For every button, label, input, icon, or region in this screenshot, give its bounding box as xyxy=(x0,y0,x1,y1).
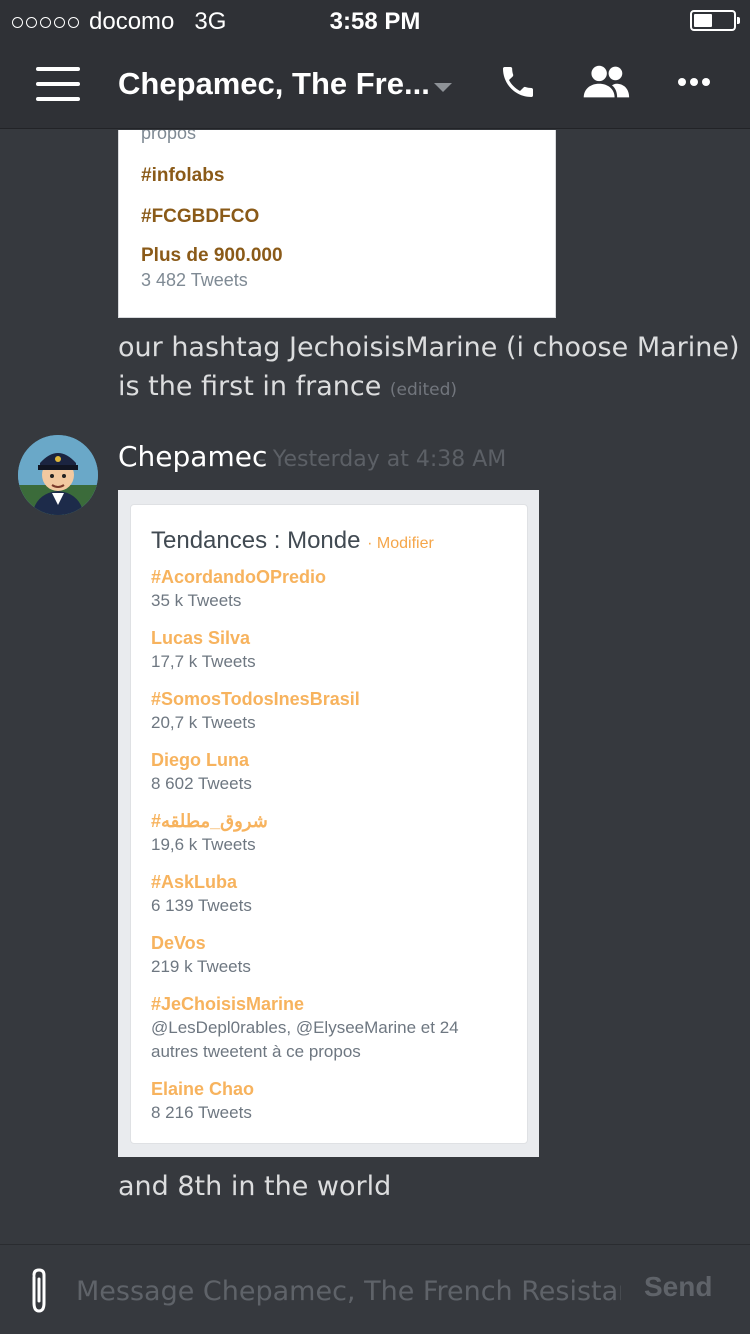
trends-title: Tendances : Monde · Modifier xyxy=(151,527,434,555)
trend-count: 35 k Tweets xyxy=(151,591,242,610)
attachment-image[interactable]: propos #infolabs #FCGBDFCO Plus de 900.0… xyxy=(118,130,556,318)
avatar[interactable] xyxy=(18,435,98,515)
trend-name: Diego Luna xyxy=(151,750,249,770)
message-line: our hashtag JechoisisMarine (i choose Ma… xyxy=(118,332,740,363)
status-bar: docomo 3G 3:58 PM xyxy=(0,0,750,40)
status-time: 3:58 PM xyxy=(329,8,421,35)
trend-name: #AcordandoOPredio xyxy=(151,567,327,587)
message-timestamp: - Yesterday at 4:38 AM xyxy=(258,447,507,472)
trends-modify-link: · Modifier xyxy=(367,535,434,552)
members-icon[interactable] xyxy=(582,62,632,106)
trends-card: Tendances : Monde · Modifier #AcordandoO… xyxy=(130,504,528,1144)
message-text: our hashtag JechoisisMarine (i choose Ma… xyxy=(118,328,740,410)
trend-item: #JeChoisisMarine @LesDepl0rables, @Elyse… xyxy=(151,992,459,1064)
trend-item: Elaine Chao 8 216 Tweets xyxy=(151,1077,254,1125)
channel-title[interactable]: Chepamec, The Fre... xyxy=(118,66,430,102)
trend-item: #SomosTodosInesBrasil 20,7 k Tweets xyxy=(151,687,360,735)
trends-heading: Tendances : Monde xyxy=(151,527,361,554)
trend-name: #AskLuba xyxy=(151,872,238,892)
trend-name: #infolabs xyxy=(141,165,225,186)
attachment-image[interactable]: Tendances : Monde · Modifier #AcordandoO… xyxy=(118,490,539,1157)
trend-count: 6 139 Tweets xyxy=(151,896,252,915)
trend-count: 20,7 k Tweets xyxy=(151,713,256,732)
trend-item: Diego Luna 8 602 Tweets xyxy=(151,748,252,796)
phone-icon[interactable] xyxy=(498,62,548,106)
trend-name: Lucas Silva xyxy=(151,628,251,648)
message-author[interactable]: Chepamec xyxy=(118,440,267,473)
more-icon[interactable] xyxy=(672,62,722,106)
trend-count: 8 602 Tweets xyxy=(151,774,252,793)
trend-count: @LesDepl0rables, @ElyseeMarine et 24 xyxy=(151,1018,459,1037)
trend-name: #شروق_مطلقه xyxy=(151,811,268,831)
menu-icon[interactable] xyxy=(36,67,80,101)
trend-item: #شروق_مطلقه 19,6 k Tweets xyxy=(151,809,268,857)
message-composer: Send xyxy=(0,1244,750,1334)
trend-count: autres tweetent à ce propos xyxy=(151,1042,361,1061)
trend-item: DeVos 219 k Tweets xyxy=(151,931,251,979)
trend-name: Plus de 900.000 xyxy=(141,245,283,266)
send-button[interactable]: Send xyxy=(644,1271,712,1303)
trend-name: #JeChoisisMarine xyxy=(151,994,305,1014)
trend-count: 17,7 k Tweets xyxy=(151,652,256,671)
trend-count: 19,6 k Tweets xyxy=(151,835,256,854)
chevron-down-icon[interactable] xyxy=(434,83,452,92)
trend-item: #AcordandoOPredio 35 k Tweets xyxy=(151,565,326,613)
channel-header: Chepamec, The Fre... xyxy=(0,40,750,129)
trend-name: #SomosTodosInesBrasil xyxy=(151,689,360,709)
trend-count: 8 216 Tweets xyxy=(151,1103,252,1122)
trend-item: Lucas Silva 17,7 k Tweets xyxy=(151,626,256,674)
trend-count: 219 k Tweets xyxy=(151,957,251,976)
edited-label: (edited) xyxy=(389,380,458,400)
battery-icon xyxy=(690,10,740,31)
trend-name: DeVos xyxy=(151,933,206,953)
trend-name: #FCGBDFCO xyxy=(141,206,260,227)
tweet-text: propos xyxy=(141,130,197,143)
message-text: and 8th in the world xyxy=(118,1171,392,1202)
trend-count: 3 482 Tweets xyxy=(141,270,248,290)
message-line: is the first in france xyxy=(118,371,382,402)
paperclip-icon[interactable] xyxy=(22,1267,56,1315)
message-input[interactable] xyxy=(76,1271,621,1311)
trend-name: Elaine Chao xyxy=(151,1079,255,1099)
trend-item: #AskLuba 6 139 Tweets xyxy=(151,870,252,918)
message-list[interactable]: propos #infolabs #FCGBDFCO Plus de 900.0… xyxy=(0,130,750,1244)
